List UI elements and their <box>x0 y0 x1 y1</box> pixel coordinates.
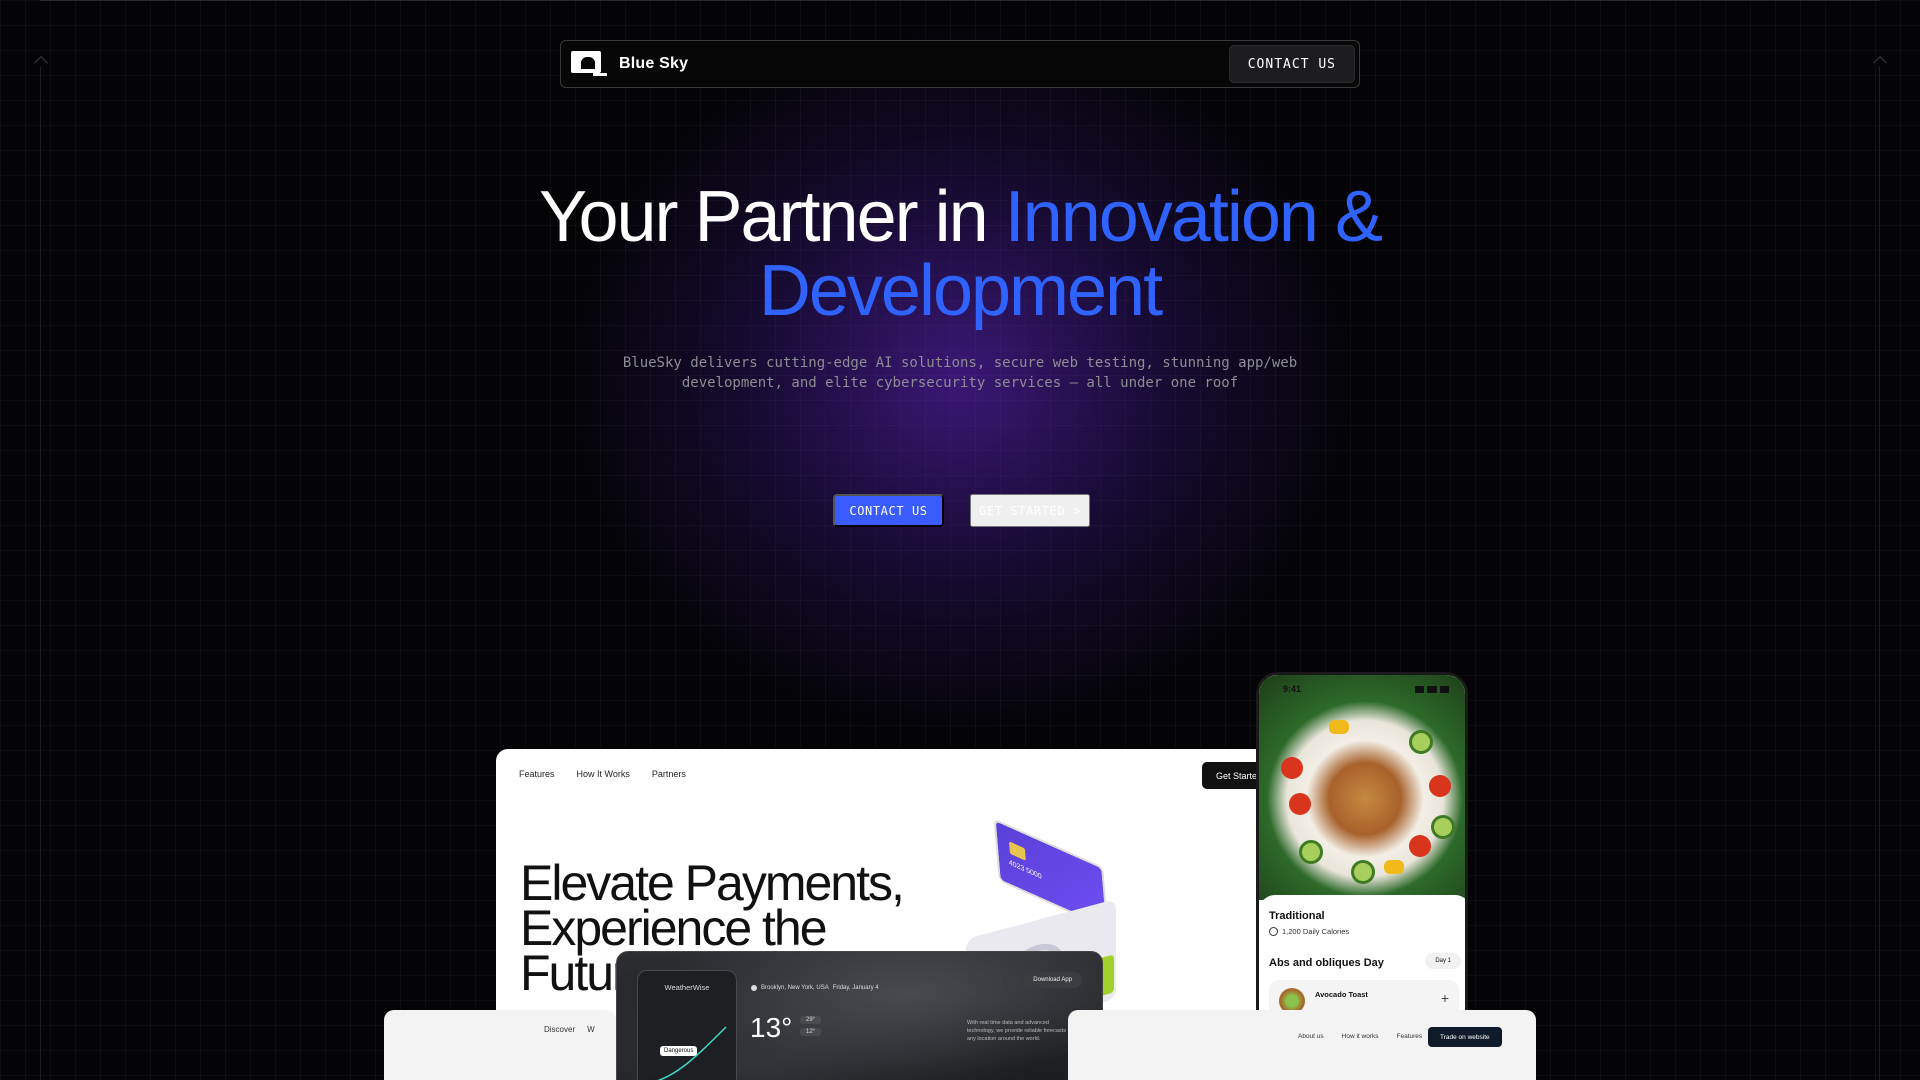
weather-location: Brooklyn, New York, USA Friday, January … <box>751 985 879 991</box>
weather-brand: WeatherWise <box>664 983 710 992</box>
weather-description: With real time data and advanced technol… <box>967 1020 1074 1042</box>
right-mockup-nav-item: About us <box>1298 1033 1324 1040</box>
payment-nav-item: Features <box>519 769 555 779</box>
meal-photo <box>1259 675 1465 900</box>
brand-link[interactable]: Blue Sky <box>569 49 688 79</box>
left-mockup-nav-item: W <box>587 1025 595 1034</box>
payment-nav-item: Partners <box>651 769 686 779</box>
weather-danger-tag: Dangerous <box>660 1046 698 1056</box>
logo-icon <box>569 49 609 79</box>
weather-download-button: Download App <box>1023 972 1082 988</box>
hero-get-started-button[interactable]: GET STARTED > <box>970 494 1090 527</box>
weather-low: 12° <box>800 1028 822 1036</box>
top-divider <box>40 0 1880 1</box>
hero-title: Your Partner in Innovation & Development <box>460 180 1460 328</box>
left-mockup: Discover W <box>384 1010 616 1080</box>
plus-icon: + <box>1440 990 1449 1006</box>
hero-subtitle: BlueSky delivers cutting-edge AI solutio… <box>622 355 1298 391</box>
meal-day-badge: Day 1 <box>1425 953 1461 969</box>
weather-side-panel: WeatherWise Dangerous <box>637 970 737 1080</box>
card-number: 4023 5000 <box>1008 859 1043 882</box>
left-mockup-nav: Discover W <box>544 1025 595 1034</box>
right-mockup: About us How it works Features Trade on … <box>1068 1010 1536 1080</box>
hero-contact-button[interactable]: CONTACT US <box>833 494 944 527</box>
hero-title-white: Your Partner in <box>539 177 1005 257</box>
trade-on-website-button: Trade on website <box>1428 1027 1502 1047</box>
right-mockup-nav-item: How it works <box>1341 1033 1379 1040</box>
left-guide-line <box>40 66 41 1080</box>
phone-status-icons <box>1415 686 1449 693</box>
meal-title: Traditional <box>1269 910 1325 922</box>
right-mockup-nav: About us How it works Features <box>1298 1033 1422 1040</box>
payment-nav-item: How It Works <box>576 769 630 779</box>
phone-time: 9:41 <box>1283 684 1302 694</box>
weather-high: 29° <box>800 1016 822 1024</box>
weather-high-low: 29° 12° <box>800 1016 822 1036</box>
weather-location-text: Brooklyn, New York, USA <box>761 985 829 991</box>
payment-nav: Features How It Works Partners <box>519 769 686 779</box>
left-mockup-nav-item: Discover <box>544 1025 576 1034</box>
meal-calories-text: 1,200 Daily Calories <box>1282 927 1350 936</box>
hero-title-blue-2: Development <box>758 251 1163 331</box>
weather-date: Friday, January 4 <box>832 985 879 991</box>
meal-calories: 1,200 Daily Calories <box>1269 927 1349 936</box>
nav-contact-button[interactable]: CONTACT US <box>1228 45 1355 83</box>
meal-item-name: Avocado Toast <box>1315 990 1368 999</box>
meal-day-title: Abs and obliques Day <box>1269 957 1384 969</box>
weather-temperature: 13° <box>750 1012 793 1043</box>
search-icon <box>1002 972 1019 989</box>
right-mockup-nav-item: Features <box>1396 1033 1423 1040</box>
brand-name: Blue Sky <box>619 55 689 72</box>
hero-title-blue-1: Innovation & <box>1004 177 1383 257</box>
location-pin-icon <box>751 985 757 991</box>
heart-icon <box>1269 927 1278 936</box>
weather-mockup: WeatherWise Dangerous Brooklyn, New York… <box>616 951 1103 1080</box>
right-guide-line <box>1879 66 1880 1080</box>
card-chip-icon <box>1008 841 1026 861</box>
navbar: Blue Sky CONTACT US <box>560 40 1360 88</box>
